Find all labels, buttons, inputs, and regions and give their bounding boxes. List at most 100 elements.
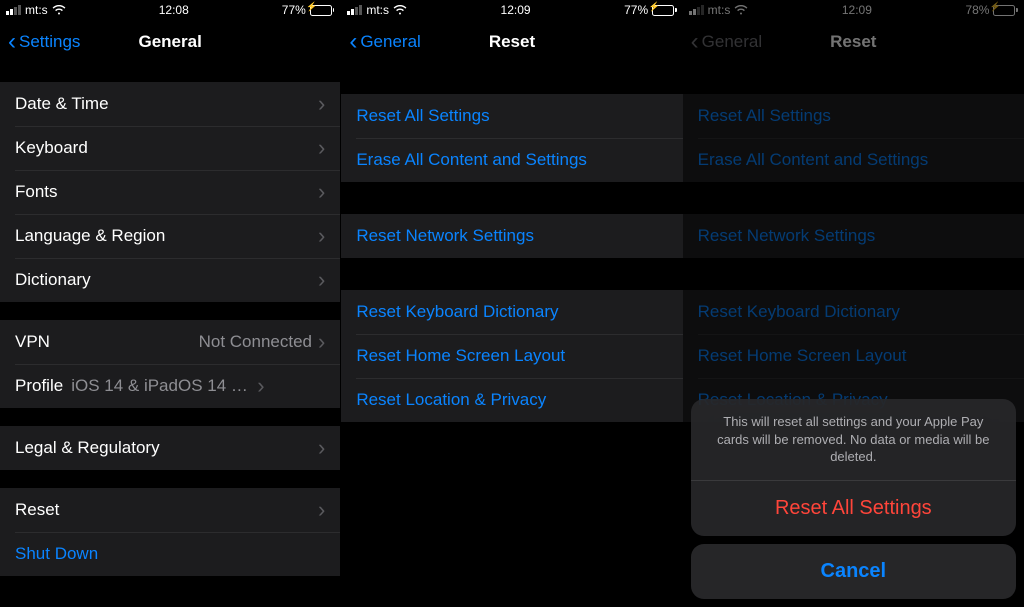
clock: 12:08 — [159, 3, 189, 17]
cell-reset-network[interactable]: Reset Network Settings — [341, 214, 682, 258]
clock: 12:09 — [501, 3, 531, 17]
group-reset-1: Reset All Settings Erase All Content and… — [341, 94, 682, 182]
cell-label: Reset Network Settings — [356, 226, 667, 246]
wifi-icon — [52, 5, 66, 15]
battery-icon: ⚡ — [993, 5, 1018, 16]
chevron-left-icon: ‹ — [691, 30, 699, 54]
chevron-left-icon: ‹ — [349, 30, 357, 54]
action-sheet: This will reset all settings and your Ap… — [691, 399, 1016, 599]
cell-label: Keyboard — [15, 138, 318, 158]
group-general-4: Reset› Shut Down — [0, 488, 340, 576]
group-reset-1: Reset All Settings Erase All Content and… — [683, 94, 1024, 182]
cell-erase-all[interactable]: Erase All Content and Settings — [341, 138, 682, 182]
cell-label: Date & Time — [15, 94, 318, 114]
cell-fonts[interactable]: Fonts› — [0, 170, 340, 214]
cell-detail: Not Connected — [199, 332, 312, 352]
cell-dictionary[interactable]: Dictionary› — [0, 258, 340, 302]
screen-reset: mt:s 12:09 77% ⚡ ‹ General Reset Reset A… — [341, 0, 682, 607]
chevron-right-icon: › — [318, 181, 325, 203]
back-button[interactable]: ‹ General — [349, 30, 420, 54]
back-label: Settings — [19, 32, 80, 52]
cell-reset-home-layout: Reset Home Screen Layout — [683, 334, 1024, 378]
cell-label: Reset All Settings — [356, 106, 667, 126]
signal-icon — [6, 5, 21, 15]
chevron-right-icon: › — [318, 93, 325, 115]
back-button[interactable]: ‹ General — [691, 30, 762, 54]
cell-label: Erase All Content and Settings — [356, 150, 667, 170]
cell-label: VPN — [15, 332, 199, 352]
cell-label: Erase All Content and Settings — [698, 150, 1009, 170]
action-sheet-card: This will reset all settings and your Ap… — [691, 399, 1016, 536]
cell-label: Reset Network Settings — [698, 226, 1009, 246]
cell-label: Shut Down — [15, 544, 325, 564]
group-reset-3: Reset Keyboard Dictionary Reset Home Scr… — [341, 290, 682, 422]
cell-reset-all: Reset All Settings — [683, 94, 1024, 138]
reset-all-settings-button[interactable]: Reset All Settings — [691, 481, 1016, 536]
clock: 12:09 — [842, 3, 872, 17]
group-reset-2: Reset Network Settings — [341, 214, 682, 258]
cell-label: Reset Home Screen Layout — [698, 346, 1009, 366]
cell-keyboard[interactable]: Keyboard› — [0, 126, 340, 170]
chevron-right-icon: › — [257, 375, 264, 397]
chevron-left-icon: ‹ — [8, 30, 16, 54]
cell-shutdown[interactable]: Shut Down — [0, 532, 340, 576]
cancel-button[interactable]: Cancel — [691, 544, 1016, 599]
cell-label: Reset Keyboard Dictionary — [356, 302, 667, 322]
back-label: General — [360, 32, 420, 52]
status-bar: mt:s 12:09 78% ⚡ — [683, 0, 1024, 20]
carrier-label: mt:s — [25, 3, 48, 17]
cell-legal[interactable]: Legal & Regulatory› — [0, 426, 340, 470]
cell-reset-all[interactable]: Reset All Settings — [341, 94, 682, 138]
carrier-label: mt:s — [366, 3, 389, 17]
screen-general: mt:s 12:08 77% ⚡ ‹ Settings General Date… — [0, 0, 341, 607]
cell-erase-all: Erase All Content and Settings — [683, 138, 1024, 182]
battery-pct: 77% — [282, 3, 306, 17]
group-general-1: Date & Time› Keyboard› Fonts› Language &… — [0, 82, 340, 302]
battery-icon: ⚡ — [652, 5, 677, 16]
screen-reset-confirm: mt:s 12:09 78% ⚡ ‹ General Reset Reset A… — [683, 0, 1024, 607]
cell-reset-home-layout[interactable]: Reset Home Screen Layout — [341, 334, 682, 378]
cell-language-region[interactable]: Language & Region› — [0, 214, 340, 258]
cell-reset-network: Reset Network Settings — [683, 214, 1024, 258]
battery-icon: ⚡ — [310, 5, 335, 16]
carrier-label: mt:s — [708, 3, 731, 17]
cell-label: Reset — [15, 500, 318, 520]
status-bar: mt:s 12:08 77% ⚡ — [0, 0, 340, 20]
action-sheet-message: This will reset all settings and your Ap… — [691, 399, 1016, 480]
cell-vpn[interactable]: VPNNot Connected › — [0, 320, 340, 364]
cell-label: Profile — [15, 376, 63, 396]
cell-label: Reset All Settings — [698, 106, 1009, 126]
cell-label: Language & Region — [15, 226, 318, 246]
cell-reset-keyboard-dict: Reset Keyboard Dictionary — [683, 290, 1024, 334]
signal-icon — [689, 5, 704, 15]
cell-label: Dictionary — [15, 270, 318, 290]
cell-label: Reset Keyboard Dictionary — [698, 302, 1009, 322]
group-general-2: VPNNot Connected › Profile iOS 14 & iPadOS… — [0, 320, 340, 408]
chevron-right-icon: › — [318, 269, 325, 291]
chevron-right-icon: › — [318, 137, 325, 159]
nav-bar: ‹ Settings General — [0, 20, 340, 64]
chevron-right-icon: › — [318, 225, 325, 247]
cell-date-time[interactable]: Date & Time› — [0, 82, 340, 126]
group-general-3: Legal & Regulatory› — [0, 426, 340, 470]
chevron-right-icon: › — [318, 331, 325, 353]
cell-reset-location-privacy[interactable]: Reset Location & Privacy — [341, 378, 682, 422]
cell-label: Legal & Regulatory — [15, 438, 318, 458]
nav-bar: ‹ General Reset — [683, 20, 1024, 64]
chevron-right-icon: › — [318, 437, 325, 459]
chevron-right-icon: › — [318, 499, 325, 521]
cell-label: Reset Home Screen Layout — [356, 346, 667, 366]
back-label: General — [702, 32, 762, 52]
group-reset-2: Reset Network Settings — [683, 214, 1024, 258]
cell-reset-keyboard-dict[interactable]: Reset Keyboard Dictionary — [341, 290, 682, 334]
cell-label: Reset Location & Privacy — [356, 390, 667, 410]
cell-profile[interactable]: Profile iOS 14 & iPadOS 14 Beta Softwar..… — [0, 364, 340, 408]
back-button[interactable]: ‹ Settings — [8, 30, 80, 54]
battery-pct: 78% — [965, 3, 989, 17]
status-bar: mt:s 12:09 77% ⚡ — [341, 0, 682, 20]
wifi-icon — [393, 5, 407, 15]
cell-label: Fonts — [15, 182, 318, 202]
cell-reset[interactable]: Reset› — [0, 488, 340, 532]
nav-bar: ‹ General Reset — [341, 20, 682, 64]
cell-detail: iOS 14 & iPadOS 14 Beta Softwar... — [71, 376, 251, 396]
